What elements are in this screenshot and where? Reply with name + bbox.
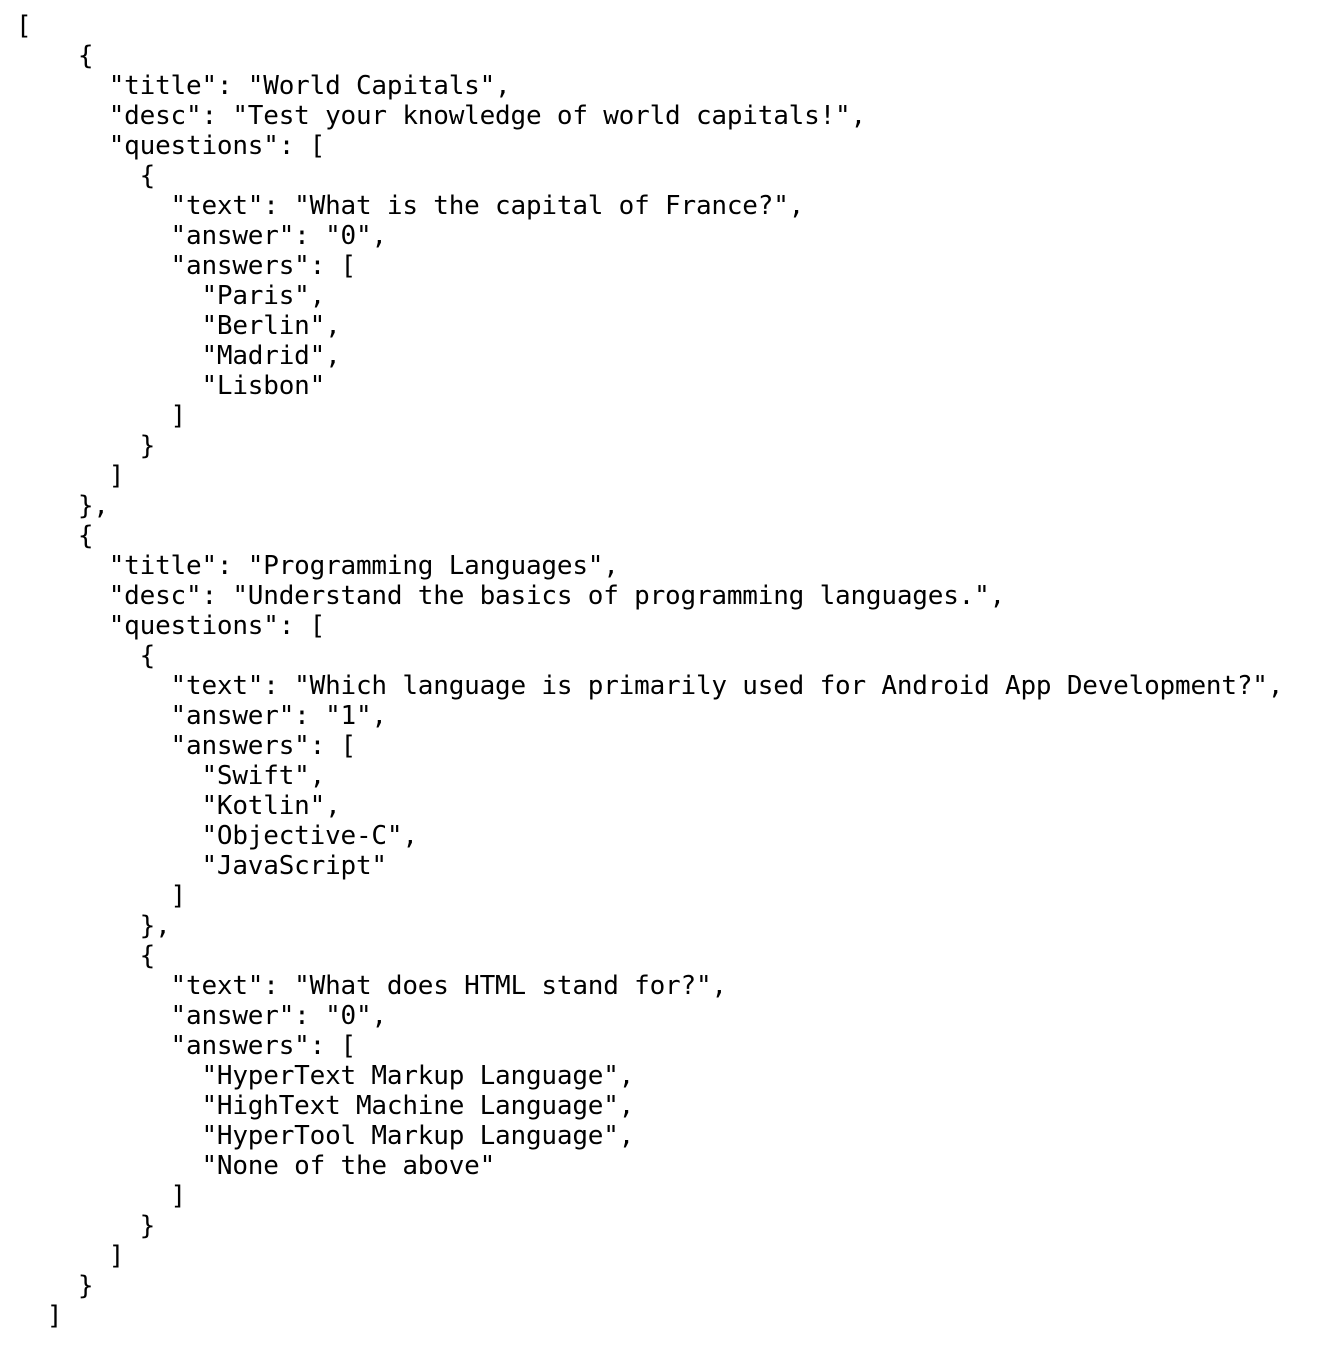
code-line: "answers": [ <box>16 251 357 281</box>
code-line: }, <box>16 911 171 941</box>
code-line: { <box>16 41 94 71</box>
code-line: "title": "Programming Languages", <box>16 551 619 581</box>
code-line: "Lisbon" <box>16 371 326 401</box>
code-line: "Objective-C", <box>16 821 418 851</box>
code-line: } <box>16 1271 94 1301</box>
code-line: { <box>16 521 94 551</box>
code-line: { <box>16 641 156 671</box>
code-line: "title": "World Capitals", <box>16 71 511 101</box>
code-line: }, <box>16 491 109 521</box>
code-line: ] <box>16 401 187 431</box>
code-line: } <box>16 1211 156 1241</box>
code-line: "Madrid", <box>16 341 341 371</box>
code-line: "HyperTool Markup Language", <box>16 1121 635 1151</box>
code-line: "answer": "0", <box>16 221 388 251</box>
json-code-view: [ { "title": "World Capitals", "desc": "… <box>16 11 1316 1331</box>
code-line: "HyperText Markup Language", <box>16 1061 635 1091</box>
code-line: ] <box>16 1181 187 1211</box>
code-line: ] <box>16 881 187 911</box>
code-line: "text": "Which language is primarily use… <box>16 671 1284 701</box>
code-line: { <box>16 941 156 971</box>
code-line: "None of the above" <box>16 1151 496 1181</box>
code-line: "answer": "1", <box>16 701 388 731</box>
code-line: "questions": [ <box>16 611 326 641</box>
code-line: "JavaScript" <box>16 851 387 881</box>
code-line: } <box>16 431 156 461</box>
code-line: ] <box>16 1241 125 1271</box>
code-line: ] <box>16 1301 63 1331</box>
code-line: "HighText Machine Language", <box>16 1091 635 1121</box>
code-line: "Berlin", <box>16 311 341 341</box>
code-line: { <box>16 161 156 191</box>
code-line: "answers": [ <box>16 1031 357 1061</box>
code-line: "text": "What is the capital of France?"… <box>16 191 805 221</box>
code-line: "answer": "0", <box>16 1001 388 1031</box>
code-line: "desc": "Test your knowledge of world ca… <box>16 101 866 131</box>
code-line: "text": "What does HTML stand for?", <box>16 971 728 1001</box>
code-line: "Kotlin", <box>16 791 341 821</box>
code-line: ] <box>16 461 125 491</box>
code-line: [ <box>16 11 32 41</box>
code-line: "Swift", <box>16 761 326 791</box>
code-line: "desc": "Understand the basics of progra… <box>16 581 1006 611</box>
code-line: "Paris", <box>16 281 326 311</box>
code-line: "answers": [ <box>16 731 357 761</box>
code-line: "questions": [ <box>16 131 326 161</box>
